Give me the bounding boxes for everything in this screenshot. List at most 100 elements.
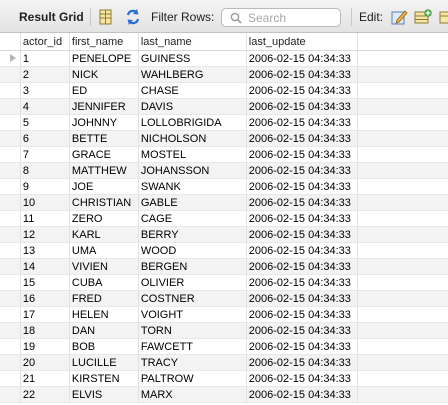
edit-row-icon[interactable] <box>390 8 408 26</box>
row-selector[interactable] <box>0 386 21 403</box>
cell-actor-id[interactable]: 20 <box>20 354 70 371</box>
cell-first-name[interactable]: KARL <box>69 226 139 243</box>
cell-last-update[interactable]: 2006-02-15 04:34:33 <box>246 226 358 243</box>
row-selector[interactable] <box>0 242 21 259</box>
cell-last-update[interactable]: 2006-02-15 04:34:33 <box>246 114 358 131</box>
cell-first-name[interactable]: JOHNNY <box>69 114 139 131</box>
cell-last-name[interactable]: WOOD <box>138 242 247 259</box>
table-row[interactable]: 14 VIVIEN BERGEN 2006-02-15 04:34:33 <box>0 258 448 275</box>
cell-first-name[interactable]: LUCILLE <box>69 354 139 371</box>
column-header-first-name[interactable]: first_name <box>69 33 139 51</box>
cell-last-name[interactable]: BERRY <box>138 226 247 243</box>
cell-first-name[interactable]: HELEN <box>69 306 139 323</box>
cell-last-name[interactable]: TRACY <box>138 354 247 371</box>
cell-last-name[interactable]: MOSTEL <box>138 146 247 163</box>
cell-actor-id[interactable]: 13 <box>20 242 70 259</box>
row-selector[interactable] <box>0 226 21 243</box>
cell-actor-id[interactable]: 8 <box>20 162 70 179</box>
row-selector[interactable] <box>0 258 21 275</box>
cell-first-name[interactable]: DAN <box>69 322 139 339</box>
table-row[interactable]: 12 KARL BERRY 2006-02-15 04:34:33 <box>0 226 448 243</box>
cell-last-name[interactable]: VOIGHT <box>138 306 247 323</box>
cell-last-name[interactable]: WAHLBERG <box>138 66 247 83</box>
cell-last-name[interactable]: LOLLOBRIGIDA <box>138 114 247 131</box>
cell-last-update[interactable]: 2006-02-15 04:34:33 <box>246 50 358 67</box>
cell-last-name[interactable]: FAWCETT <box>138 338 247 355</box>
cell-first-name[interactable]: MATTHEW <box>69 162 139 179</box>
cell-actor-id[interactable]: 11 <box>20 210 70 227</box>
cell-last-update[interactable]: 2006-02-15 04:34:33 <box>246 290 358 307</box>
cell-last-name[interactable]: JOHANSSON <box>138 162 247 179</box>
cell-first-name[interactable]: ZERO <box>69 210 139 227</box>
table-row[interactable]: 1 PENELOPE GUINESS 2006-02-15 04:34:33 <box>0 50 448 67</box>
cell-last-update[interactable]: 2006-02-15 04:34:33 <box>246 338 358 355</box>
cell-actor-id[interactable]: 15 <box>20 274 70 291</box>
cell-first-name[interactable]: JENNIFER <box>69 98 139 115</box>
cell-last-name[interactable]: PALTROW <box>138 370 247 387</box>
cell-actor-id[interactable]: 17 <box>20 306 70 323</box>
cell-first-name[interactable]: GRACE <box>69 146 139 163</box>
cell-first-name[interactable]: VIVIEN <box>69 258 139 275</box>
cell-first-name[interactable]: PENELOPE <box>69 50 139 67</box>
grid-view-icon[interactable] <box>97 8 115 26</box>
cell-last-update[interactable]: 2006-02-15 04:34:33 <box>246 130 358 147</box>
table-row[interactable]: 6 BETTE NICHOLSON 2006-02-15 04:34:33 <box>0 130 448 147</box>
row-selector[interactable] <box>0 322 21 339</box>
table-row[interactable]: 4 JENNIFER DAVIS 2006-02-15 04:34:33 <box>0 98 448 115</box>
row-selector[interactable] <box>0 306 21 323</box>
cell-first-name[interactable]: JOE <box>69 178 139 195</box>
cell-actor-id[interactable]: 14 <box>20 258 70 275</box>
table-row[interactable]: 18 DAN TORN 2006-02-15 04:34:33 <box>0 322 448 339</box>
cell-last-name[interactable]: DAVIS <box>138 98 247 115</box>
cell-actor-id[interactable]: 4 <box>20 98 70 115</box>
cell-last-name[interactable]: GABLE <box>138 194 247 211</box>
row-selector[interactable] <box>0 130 21 147</box>
table-row[interactable]: 20 LUCILLE TRACY 2006-02-15 04:34:33 <box>0 354 448 371</box>
cell-last-update[interactable]: 2006-02-15 04:34:33 <box>246 66 358 83</box>
cell-actor-id[interactable]: 12 <box>20 226 70 243</box>
table-row[interactable]: 2 NICK WAHLBERG 2006-02-15 04:34:33 <box>0 66 448 83</box>
row-selector[interactable] <box>0 146 21 163</box>
cell-last-update[interactable]: 2006-02-15 04:34:33 <box>246 162 358 179</box>
add-row-icon[interactable] <box>414 8 432 26</box>
row-selector[interactable] <box>0 290 21 307</box>
cell-last-update[interactable]: 2006-02-15 04:34:33 <box>246 370 358 387</box>
cell-actor-id[interactable]: 22 <box>20 386 70 403</box>
cell-actor-id[interactable]: 6 <box>20 130 70 147</box>
row-selector[interactable] <box>0 114 21 131</box>
row-selector[interactable] <box>0 354 21 371</box>
cell-last-name[interactable]: BERGEN <box>138 258 247 275</box>
cell-actor-id[interactable]: 5 <box>20 114 70 131</box>
table-row[interactable]: 5 JOHNNY LOLLOBRIGIDA 2006-02-15 04:34:33 <box>0 114 448 131</box>
table-row[interactable]: 15 CUBA OLIVIER 2006-02-15 04:34:33 <box>0 274 448 291</box>
table-row[interactable]: 11 ZERO CAGE 2006-02-15 04:34:33 <box>0 210 448 227</box>
cell-actor-id[interactable]: 21 <box>20 370 70 387</box>
cell-last-update[interactable]: 2006-02-15 04:34:33 <box>246 306 358 323</box>
cell-actor-id[interactable]: 7 <box>20 146 70 163</box>
cell-first-name[interactable]: UMA <box>69 242 139 259</box>
table-row[interactable]: 10 CHRISTIAN GABLE 2006-02-15 04:34:33 <box>0 194 448 211</box>
column-header-actor-id[interactable]: actor_id <box>20 33 70 51</box>
cell-first-name[interactable]: FRED <box>69 290 139 307</box>
cell-actor-id[interactable]: 16 <box>20 290 70 307</box>
cell-last-name[interactable]: MARX <box>138 386 247 403</box>
table-row[interactable]: 21 KIRSTEN PALTROW 2006-02-15 04:34:33 <box>0 370 448 387</box>
cell-first-name[interactable]: ELVIS <box>69 386 139 403</box>
table-row[interactable]: 8 MATTHEW JOHANSSON 2006-02-15 04:34:33 <box>0 162 448 179</box>
table-row[interactable]: 13 UMA WOOD 2006-02-15 04:34:33 <box>0 242 448 259</box>
cell-actor-id[interactable]: 10 <box>20 194 70 211</box>
cell-last-update[interactable]: 2006-02-15 04:34:33 <box>246 258 358 275</box>
column-header-last-name[interactable]: last_name <box>138 33 247 51</box>
cell-last-name[interactable]: GUINESS <box>138 50 247 67</box>
cell-actor-id[interactable]: 19 <box>20 338 70 355</box>
cell-last-update[interactable]: 2006-02-15 04:34:33 <box>246 386 358 403</box>
row-selector[interactable] <box>0 178 21 195</box>
cell-last-update[interactable]: 2006-02-15 04:34:33 <box>246 354 358 371</box>
row-selector[interactable] <box>0 162 21 179</box>
cell-actor-id[interactable]: 3 <box>20 82 70 99</box>
cell-actor-id[interactable]: 2 <box>20 66 70 83</box>
table-row[interactable]: 3 ED CHASE 2006-02-15 04:34:33 <box>0 82 448 99</box>
table-row[interactable]: 16 FRED COSTNER 2006-02-15 04:34:33 <box>0 290 448 307</box>
cell-last-update[interactable]: 2006-02-15 04:34:33 <box>246 98 358 115</box>
table-row[interactable]: 17 HELEN VOIGHT 2006-02-15 04:34:33 <box>0 306 448 323</box>
